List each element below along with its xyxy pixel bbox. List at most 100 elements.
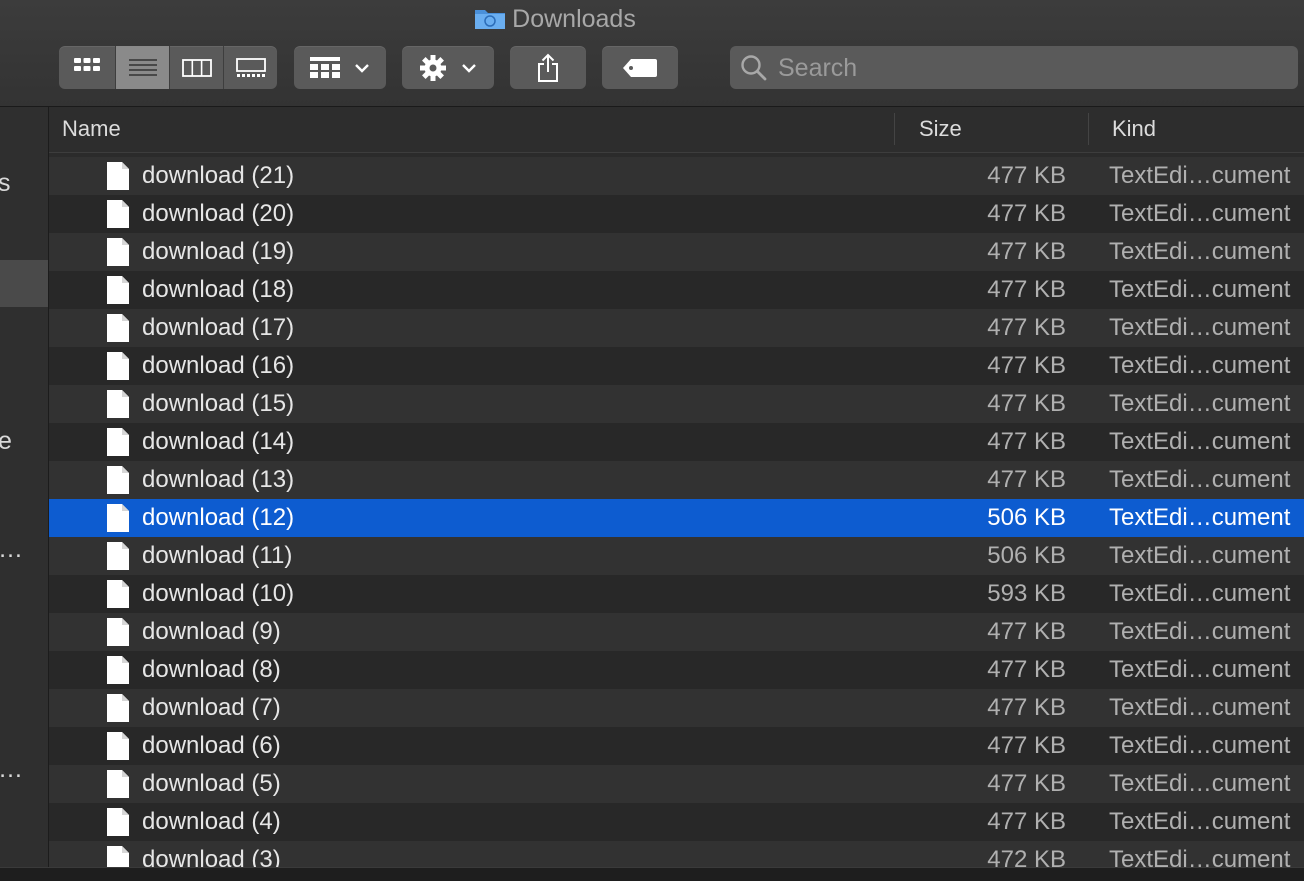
status-bar	[0, 867, 1304, 881]
file-kind: TextEdi…cument	[1109, 314, 1291, 341]
file-size: 477 KB	[987, 770, 1066, 797]
file-row[interactable]: download (8) 477 KB TextEdi…cument	[49, 651, 1304, 689]
chevron-down-icon	[355, 63, 369, 73]
list-view-icon	[129, 58, 157, 76]
file-kind: TextEdi…cument	[1109, 618, 1291, 645]
file-row[interactable]: download (13) 477 KB TextEdi…cument	[49, 461, 1304, 499]
column-view-button[interactable]	[169, 46, 224, 89]
file-kind: TextEdi…cument	[1109, 846, 1291, 867]
share-icon	[538, 53, 558, 82]
window-titlebar: Downloads	[0, 0, 1304, 107]
file-name: download (9)	[142, 618, 281, 645]
column-header-kind[interactable]: Kind	[1112, 107, 1156, 152]
gear-icon	[420, 54, 446, 81]
file-name: download (13)	[142, 466, 295, 493]
file-row[interactable]: download (14) 477 KB TextEdi…cument	[49, 423, 1304, 461]
sidebar-item-selected[interactable]	[0, 260, 48, 307]
file-kind: TextEdi…cument	[1109, 542, 1291, 569]
file-size: 477 KB	[987, 618, 1066, 645]
file-kind: TextEdi…cument	[1109, 352, 1291, 379]
file-kind: TextEdi…cument	[1109, 694, 1291, 721]
file-kind: TextEdi…cument	[1109, 580, 1291, 607]
file-kind: TextEdi…cument	[1109, 276, 1291, 303]
group-by-inner	[294, 46, 386, 89]
file-size: 477 KB	[987, 352, 1066, 379]
file-size: 506 KB	[987, 504, 1066, 531]
file-row[interactable]: download (17) 477 KB TextEdi…cument	[49, 309, 1304, 347]
column-header-size[interactable]: Size	[919, 107, 962, 152]
column-header-row: Name Size Kind	[49, 107, 1304, 153]
file-row[interactable]: download (7) 477 KB TextEdi…cument	[49, 689, 1304, 727]
file-row[interactable]: download (15) 477 KB TextEdi…cument	[49, 385, 1304, 423]
file-name: download (21)	[142, 162, 295, 189]
group-by-icon	[310, 56, 340, 78]
file-size: 477 KB	[987, 162, 1066, 189]
sidebar: s e … …	[0, 107, 49, 867]
file-kind: TextEdi…cument	[1109, 162, 1291, 189]
file-row[interactable]: download (3) 472 KB TextEdi…cument	[49, 841, 1304, 867]
file-size: 477 KB	[987, 732, 1066, 759]
file-row[interactable]: download (21) 477 KB TextEdi…cument	[49, 157, 1304, 195]
file-kind: TextEdi…cument	[1109, 732, 1291, 759]
column-divider[interactable]	[894, 113, 895, 145]
icon-view-icon	[74, 57, 100, 71]
file-row[interactable]: download (10) 593 KB TextEdi…cument	[49, 575, 1304, 613]
sidebar-item-label[interactable]: …	[0, 535, 23, 564]
view-mode-control	[59, 46, 277, 89]
file-kind: TextEdi…cument	[1109, 238, 1291, 265]
file-row[interactable]: download (19) 477 KB TextEdi…cument	[49, 233, 1304, 271]
file-kind: TextEdi…cument	[1109, 808, 1291, 835]
file-row[interactable]: download (6) 477 KB TextEdi…cument	[49, 727, 1304, 765]
file-size: 477 KB	[987, 694, 1066, 721]
file-kind: TextEdi…cument	[1109, 466, 1291, 493]
file-size: 477 KB	[987, 238, 1066, 265]
file-name: download (12)	[142, 504, 295, 531]
file-name: download (8)	[142, 656, 281, 683]
list-view-button[interactable]	[115, 46, 170, 89]
share-inner	[510, 46, 586, 89]
file-row[interactable]: download (5) 477 KB TextEdi…cument	[49, 765, 1304, 803]
file-row[interactable]: download (12) 506 KB TextEdi…cument	[49, 499, 1304, 537]
file-name: download (19)	[142, 238, 295, 265]
file-name: download (7)	[142, 694, 281, 721]
file-size: 477 KB	[987, 276, 1066, 303]
gallery-view-button[interactable]	[223, 46, 278, 89]
file-kind: TextEdi…cument	[1109, 200, 1291, 227]
column-divider[interactable]	[1088, 113, 1089, 145]
gallery-view-icon	[236, 57, 266, 77]
tag-icon	[623, 58, 657, 77]
file-row[interactable]: download (11) 506 KB TextEdi…cument	[49, 537, 1304, 575]
file-name: download (3)	[142, 846, 281, 867]
search-input[interactable]	[776, 46, 1280, 91]
search-field[interactable]	[730, 46, 1298, 91]
file-name: download (16)	[142, 352, 295, 379]
file-kind: TextEdi…cument	[1109, 390, 1291, 417]
file-row[interactable]: download (20) 477 KB TextEdi…cument	[49, 195, 1304, 233]
file-size: 477 KB	[987, 466, 1066, 493]
chevron-down-icon	[462, 63, 476, 73]
share-button[interactable]	[510, 46, 586, 89]
file-name: download (4)	[142, 808, 281, 835]
file-name: download (11)	[142, 542, 293, 569]
file-row[interactable]: download (16) 477 KB TextEdi…cument	[49, 347, 1304, 385]
action-button[interactable]	[402, 46, 494, 89]
file-name: download (6)	[142, 732, 281, 759]
file-row[interactable]: download (9) 477 KB TextEdi…cument	[49, 613, 1304, 651]
icon-view-button[interactable]	[59, 46, 115, 89]
sidebar-item-label[interactable]: e	[0, 427, 12, 456]
group-by-button[interactable]	[294, 46, 386, 89]
file-size: 506 KB	[987, 542, 1066, 569]
window-title: Downloads	[0, 4, 1110, 34]
tag-inner	[602, 46, 678, 89]
tag-button[interactable]	[602, 46, 678, 89]
sidebar-item-label[interactable]: …	[0, 755, 23, 784]
sidebar-item-label[interactable]: s	[0, 169, 11, 198]
column-header-name[interactable]: Name	[62, 107, 121, 152]
file-size: 477 KB	[987, 808, 1066, 835]
file-name: download (15)	[142, 390, 295, 417]
file-size: 477 KB	[987, 314, 1066, 341]
file-row[interactable]: download (18) 477 KB TextEdi…cument	[49, 271, 1304, 309]
file-row[interactable]: download (4) 477 KB TextEdi…cument	[49, 803, 1304, 841]
file-kind: TextEdi…cument	[1109, 504, 1291, 531]
file-size: 477 KB	[987, 428, 1066, 455]
